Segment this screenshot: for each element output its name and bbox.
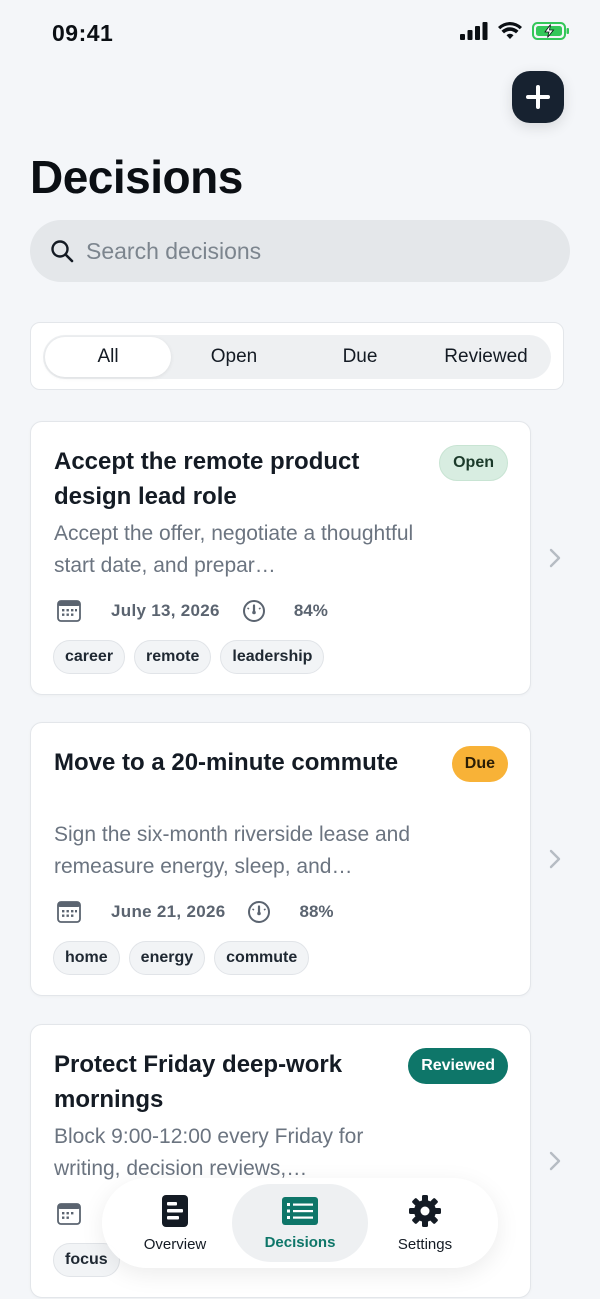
decision-card[interactable]: Accept the remote product design lead ro… (30, 421, 531, 695)
calendar-icon (57, 901, 81, 923)
tag: energy (128, 941, 206, 975)
search-input[interactable] (86, 237, 526, 265)
status-time: 09:41 (52, 20, 114, 46)
tag: commute (214, 941, 310, 975)
chevron-right-icon (549, 849, 561, 869)
list-icon (282, 1196, 318, 1225)
filter-track: All Open Due Reviewed (43, 335, 551, 379)
decision-title: Move to a 20-minute commute (54, 749, 399, 776)
calendar-icon (57, 1203, 81, 1225)
tab-settings[interactable]: Settings (366, 1184, 484, 1262)
decision-description: Sign the six-month riverside lease and r… (54, 823, 411, 878)
decision-meta: June 21, 2026 88% (57, 897, 334, 927)
gauge-icon (242, 600, 265, 622)
plus-icon (526, 85, 550, 109)
decision-description: Accept the offer, negotiate a thoughtful… (54, 522, 414, 577)
status-icons (460, 22, 570, 40)
decision-confidence: 88% (299, 902, 334, 921)
battery-charging-icon (532, 22, 569, 40)
decision-title: Accept the remote product design lead ro… (54, 448, 360, 510)
status-bar: 09:41 (0, 0, 600, 66)
decision-meta: July 13, 2026 84% (57, 596, 328, 626)
tag-list: career remote leadership (53, 640, 325, 674)
document-icon (162, 1194, 188, 1227)
filter-segmented-control: All Open Due Reviewed (30, 322, 564, 390)
chevron-right-icon (549, 548, 561, 568)
add-decision-button[interactable] (512, 71, 564, 123)
chevron-right-icon (549, 1151, 561, 1171)
decision-meta (57, 1199, 81, 1229)
tag: remote (134, 640, 212, 674)
filter-due[interactable]: Due (297, 337, 423, 377)
filter-reviewed[interactable]: Reviewed (423, 337, 549, 377)
decision-title: Protect Friday deep-work mornings (54, 1051, 343, 1113)
tag-list: home energy commute (53, 941, 310, 975)
tab-bar: Overview Decisions Settings (102, 1178, 498, 1268)
search-icon (51, 240, 74, 263)
cellular-signal-icon (460, 22, 488, 40)
page-title: Decisions (30, 151, 243, 203)
gauge-icon (248, 901, 271, 923)
decision-card[interactable]: Move to a 20-minute commute Due Sign the… (30, 722, 531, 996)
calendar-icon (57, 600, 81, 622)
decision-date: June 21, 2026 (111, 902, 226, 921)
gear-icon (409, 1194, 441, 1227)
tab-label: Settings (397, 1235, 453, 1253)
status-badge: Due (451, 746, 508, 782)
tag: home (53, 941, 120, 975)
tab-overview[interactable]: Overview (116, 1184, 234, 1262)
decision-description: Block 9:00-12:00 every Friday for writin… (54, 1125, 364, 1180)
search-bar[interactable] (30, 220, 570, 282)
tab-label: Decisions (264, 1233, 336, 1251)
filter-all[interactable]: All (45, 337, 171, 377)
filter-open[interactable]: Open (171, 337, 297, 377)
tag: career (53, 640, 126, 674)
wifi-icon (498, 22, 522, 39)
tab-decisions[interactable]: Decisions (232, 1184, 368, 1262)
decision-date: July 13, 2026 (111, 601, 220, 620)
status-badge: Open (439, 445, 508, 481)
status-badge: Reviewed (408, 1048, 508, 1084)
decision-confidence: 84% (293, 601, 328, 620)
tab-label: Overview (143, 1235, 207, 1253)
tag: leadership (220, 640, 325, 674)
